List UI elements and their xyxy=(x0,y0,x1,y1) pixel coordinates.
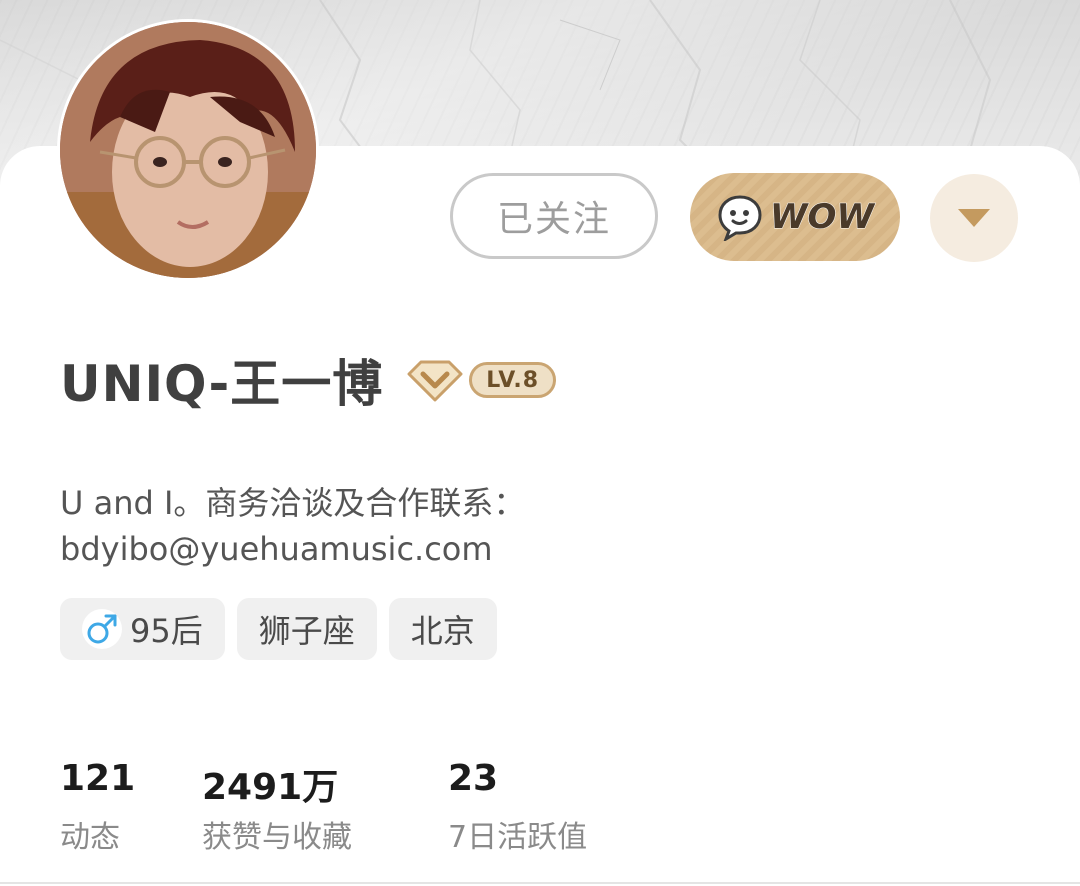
tag-zodiac-label: 狮子座 xyxy=(258,612,355,650)
more-options-button[interactable] xyxy=(930,174,1018,262)
stat-activity-label: 7日活跃值 xyxy=(448,820,588,855)
wow-face-icon xyxy=(718,195,762,241)
bio-line-1: U and I。商务洽谈及合作联系： xyxy=(60,484,526,522)
avatar[interactable] xyxy=(60,22,316,278)
stat-likes-label: 获赞与收藏 xyxy=(202,820,352,855)
stat-posts-label: 动态 xyxy=(60,820,120,855)
wow-button-label: WOW xyxy=(770,197,875,238)
tag-zodiac: 狮子座 xyxy=(236,598,377,660)
tag-age: 95后 xyxy=(60,598,225,660)
level-badge: LV.8 xyxy=(469,362,557,398)
stat-posts[interactable]: 121 动态 xyxy=(60,758,202,856)
user-name: UNIQ-王一博 xyxy=(60,355,384,413)
profile-stats: 121 动态 2491万 获赞与收藏 23 7日活跃值 xyxy=(60,758,668,856)
profile-tags: 95后 狮子座 北京 xyxy=(60,598,497,660)
tag-location: 北京 xyxy=(388,598,497,660)
avatar-image xyxy=(60,22,316,278)
follow-button[interactable]: 已关注 xyxy=(450,173,658,259)
stat-activity-value: 23 xyxy=(448,758,499,799)
bio-line-2: bdyibo@yuehuamusic.com xyxy=(60,530,493,568)
stat-likes-collections[interactable]: 2491万 获赞与收藏 xyxy=(202,758,448,856)
diamond-icon xyxy=(407,360,463,402)
male-icon xyxy=(82,609,122,649)
tag-age-label: 95后 xyxy=(130,612,203,650)
stat-posts-value: 121 xyxy=(60,758,136,799)
bio: U and I。商务洽谈及合作联系： bdyibo@yuehuamusic.co… xyxy=(60,480,680,572)
divider xyxy=(0,882,1080,884)
follow-button-label: 已关注 xyxy=(496,199,611,240)
profile-page: 已关注 WOW UNIQ-王一博 LV.8 U and I。商务洽谈及合作联系：… xyxy=(0,0,1080,886)
caret-down-icon xyxy=(958,209,990,227)
stat-activity[interactable]: 23 7日活跃值 xyxy=(448,758,668,856)
tag-location-label: 北京 xyxy=(410,612,475,650)
name-row: UNIQ-王一博 LV.8 xyxy=(60,345,557,415)
wow-button[interactable]: WOW xyxy=(690,173,900,261)
stat-likes-value: 2491万 xyxy=(202,767,339,808)
